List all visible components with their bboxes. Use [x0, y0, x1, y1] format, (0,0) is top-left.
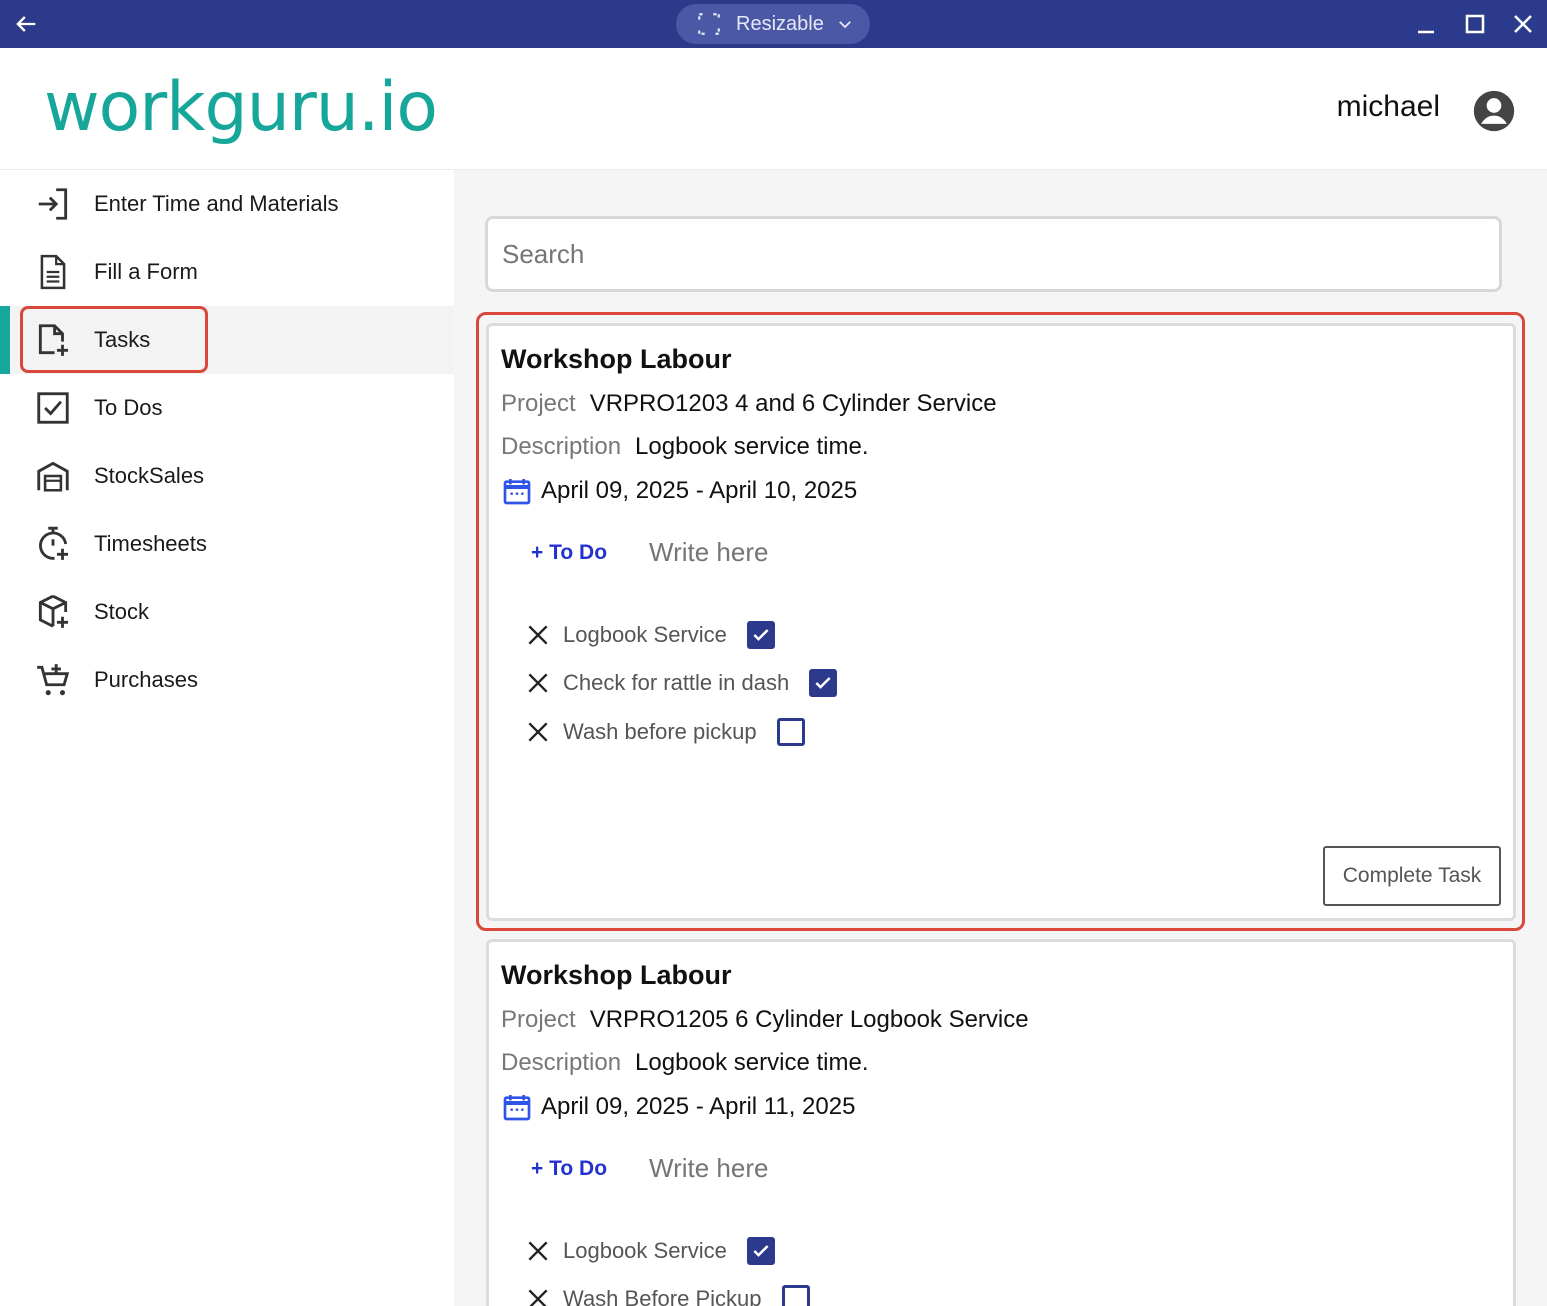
todo-checkbox[interactable]	[781, 1285, 810, 1306]
tasks-highlight-outline	[20, 306, 208, 373]
username-label: michael	[1336, 90, 1440, 123]
sidebar-item-timesheets[interactable]: Timesheets	[0, 510, 454, 578]
todo-input[interactable]	[649, 1148, 1249, 1188]
sidebar-item-enter-time[interactable]: Enter Time and Materials	[0, 170, 454, 238]
todo-item: Logbook Service	[525, 1233, 775, 1269]
form-icon	[40, 254, 66, 290]
task-description-row: Description Logbook service time.	[501, 1049, 869, 1077]
sidebar-item-label: StockSales	[94, 463, 205, 488]
task-card: Workshop Labour Project VRPRO1205 6 Cylin…	[486, 939, 1516, 1306]
window-titlebar: Resizable	[0, 0, 1547, 48]
delete-x-icon[interactable]	[525, 1238, 551, 1264]
sidebar-item-label: Fill a Form	[94, 259, 198, 284]
description-value: Logbook service time.	[635, 1049, 869, 1076]
todo-checkbox[interactable]	[746, 1237, 775, 1265]
task-project-row: Project VRPRO1205 6 Cylinder Logbook Serv…	[501, 1006, 1029, 1034]
resize-icon	[698, 13, 720, 35]
sidebar-item-label: Enter Time and Materials	[94, 191, 339, 216]
back-arrow-icon[interactable]	[12, 10, 40, 38]
search-input[interactable]	[485, 216, 1502, 292]
window-mode-dropdown[interactable]: Resizable	[676, 4, 870, 44]
project-key: Project	[501, 1006, 576, 1033]
todo-item: Wash Before Pickup	[525, 1281, 810, 1306]
package-icon	[38, 594, 69, 628]
account-icon[interactable]	[1472, 89, 1516, 133]
sidebar-item-label: Timesheets	[94, 531, 207, 556]
sidebar-item-label: Stock	[94, 599, 150, 624]
store-icon	[37, 461, 69, 492]
window-mode-label: Resizable	[736, 12, 824, 35]
task-dates: April 09, 2025 - April 11, 2025	[541, 1093, 856, 1120]
cart-icon	[37, 664, 70, 696]
description-key: Description	[501, 1049, 622, 1076]
task-card-highlight-outline	[476, 312, 1525, 931]
sidebar-item-label: To Dos	[94, 395, 163, 420]
close-icon[interactable]	[1511, 12, 1535, 36]
add-todo-button[interactable]: + To Do	[531, 1157, 607, 1181]
sidebar-item-purchases[interactable]: Purchases	[0, 646, 454, 714]
workguru-logo: workguru.io	[44, 68, 438, 147]
sidebar-item-label: Purchases	[94, 667, 198, 692]
todo-label: Wash Before Pickup	[563, 1286, 762, 1306]
app-header: workguru.io michael	[0, 48, 1547, 170]
delete-x-icon[interactable]	[525, 1286, 551, 1306]
sidebar-item-todos[interactable]: To Dos	[0, 374, 454, 442]
project-value: VRPRO1205 6 Cylinder Logbook Service	[589, 1006, 1029, 1033]
task-title: Workshop Labour	[501, 960, 732, 990]
maximize-icon[interactable]	[1463, 12, 1487, 36]
sidebar-item-stocksales[interactable]: StockSales	[0, 442, 454, 510]
sidebar-item-fill-form[interactable]: Fill a Form	[0, 238, 454, 306]
todo-label: Logbook Service	[563, 1238, 727, 1263]
minimize-icon[interactable]	[1414, 12, 1438, 36]
calendar-icon	[503, 1095, 531, 1121]
sidebar-item-stock[interactable]: Stock	[0, 578, 454, 646]
timer-icon	[39, 526, 69, 560]
enter-icon	[38, 188, 68, 220]
chevron-down-icon	[838, 21, 851, 29]
checkbox-icon	[37, 392, 69, 424]
